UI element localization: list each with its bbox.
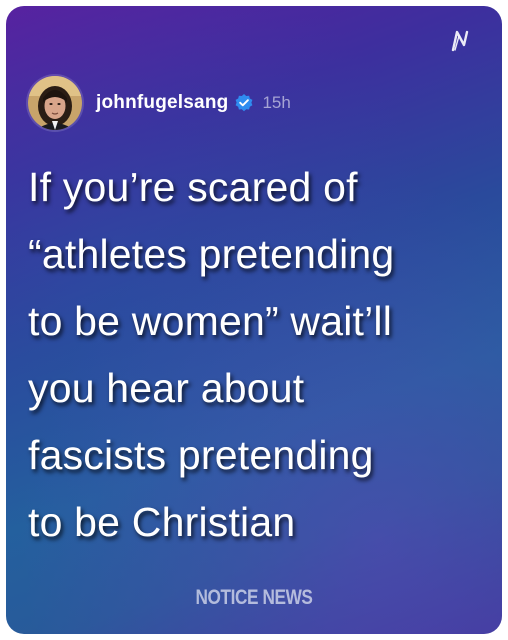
avatar[interactable] — [28, 76, 82, 130]
post-text: If you’re scared of “athletes pretending… — [28, 164, 395, 545]
post-card: johnfugelsang 15h If you’re scared of “a… — [6, 6, 502, 634]
username[interactable]: johnfugelsang — [96, 92, 228, 114]
post-timestamp: 15h — [262, 93, 291, 112]
watermark-notice-news: NOTICE NEWS — [195, 586, 313, 609]
verified-badge-icon — [236, 94, 253, 112]
post-header: johnfugelsang 15h — [28, 74, 291, 132]
logo-n-icon — [451, 30, 469, 52]
